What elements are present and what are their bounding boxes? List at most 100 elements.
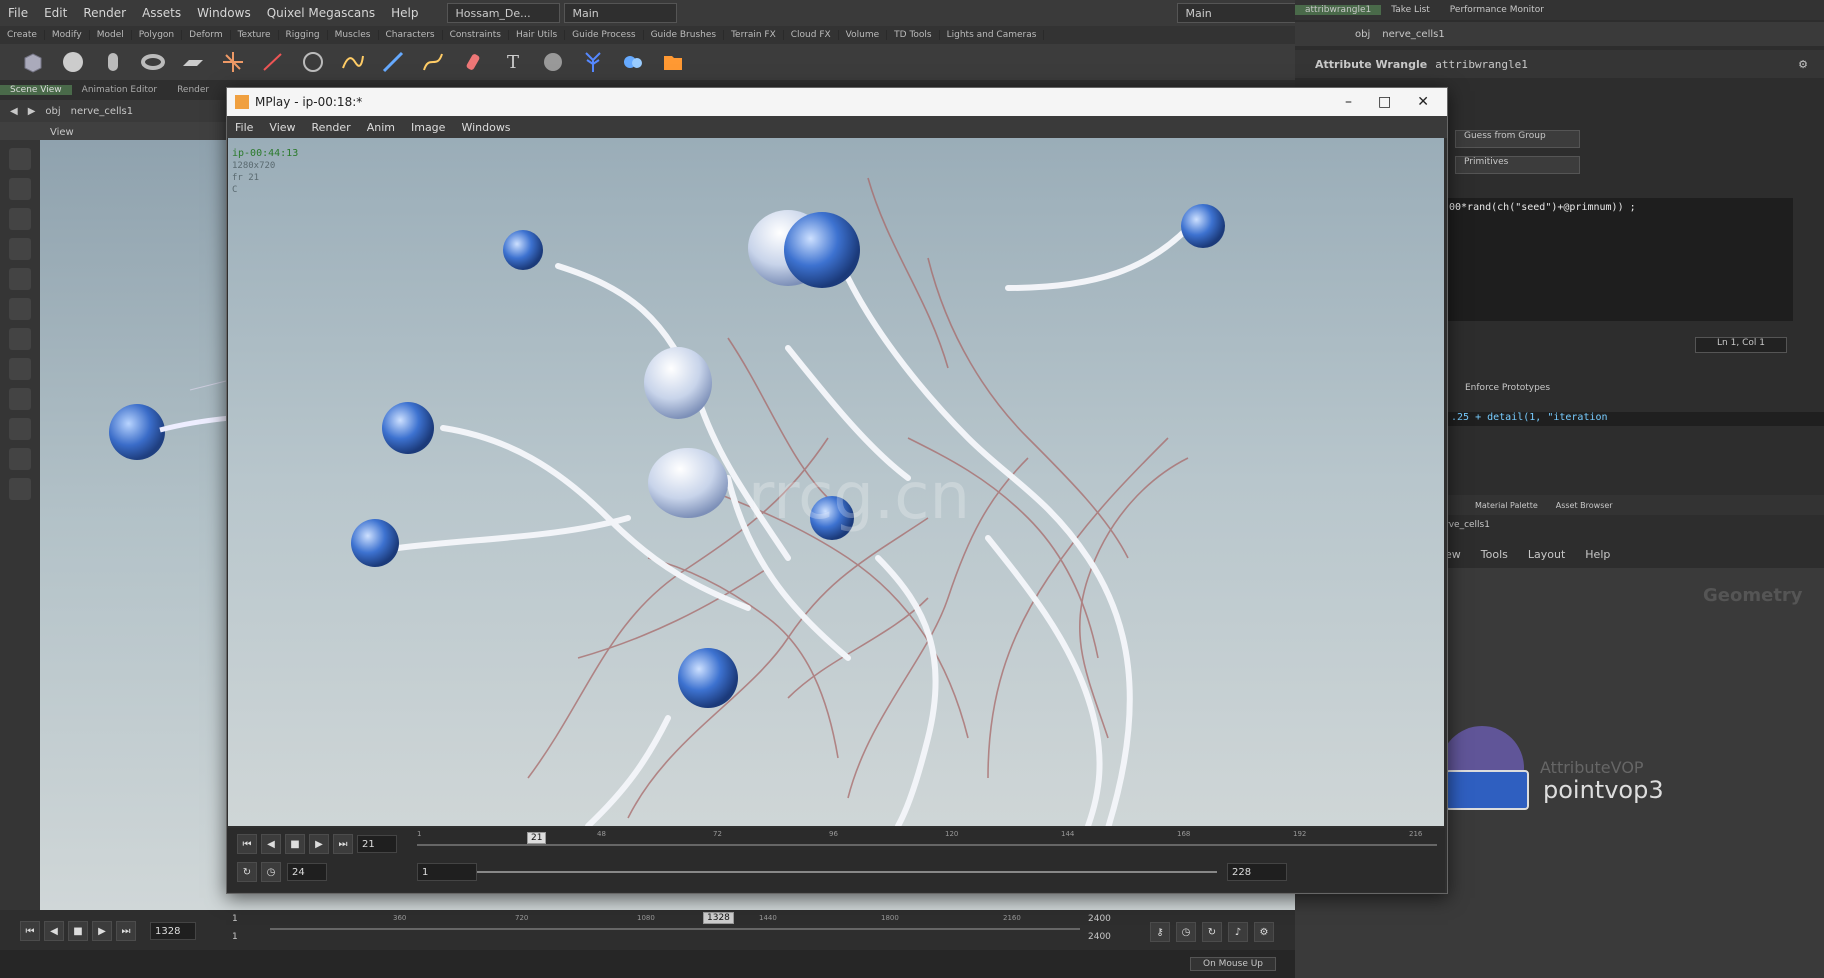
path-root[interactable]: obj	[45, 106, 60, 117]
jump-start-icon[interactable]: ⏮	[20, 921, 40, 941]
mplay-menu-file[interactable]: File	[227, 121, 261, 134]
play-icon[interactable]: ▶	[309, 834, 329, 854]
settings-icon[interactable]: ⚙	[1254, 922, 1274, 942]
view-tool-icon[interactable]	[9, 328, 31, 350]
shelf-tab[interactable]: Modify	[45, 30, 90, 40]
mplay-current-frame[interactable]: 21	[527, 832, 547, 844]
expression-field[interactable]: .25 + detail(1, "iteration	[1445, 412, 1824, 426]
circle-icon[interactable]	[300, 49, 326, 75]
tab-scene-view[interactable]: Scene View	[0, 85, 72, 95]
camera-icon[interactable]	[9, 448, 31, 470]
path-node[interactable]: nerve_cells1	[71, 106, 133, 117]
key-icon[interactable]: ⚷	[1150, 922, 1170, 942]
vex-code-editor[interactable]: 00*rand(ch("seed")+@primnum)) ;	[1445, 198, 1793, 321]
right-main-dropdown[interactable]: Main	[1176, 3, 1315, 23]
select-tool-icon[interactable]	[9, 148, 31, 170]
stop-icon[interactable]: ■	[285, 834, 305, 854]
mplay-frame-field[interactable]: 21	[357, 835, 397, 853]
mplay-range-slider[interactable]	[477, 871, 1217, 873]
scale-tool-icon[interactable]	[9, 238, 31, 260]
right-path-root[interactable]: obj	[1355, 29, 1370, 40]
loop-icon[interactable]: ↻	[237, 862, 257, 882]
shelf-tab[interactable]: Constraints	[443, 30, 509, 40]
shelf-tab[interactable]: Deform	[182, 30, 231, 40]
current-frame-marker[interactable]: 1328	[703, 912, 734, 924]
update-mode-dropdown[interactable]: On Mouse Up	[1190, 957, 1277, 971]
timeline-track[interactable]	[270, 928, 1080, 930]
tab-animation-editor[interactable]: Animation Editor	[72, 85, 167, 95]
tab-take-list[interactable]: Take List	[1381, 5, 1440, 15]
fps-field[interactable]: 24	[287, 863, 327, 881]
range-end-2[interactable]: 2400	[1088, 932, 1111, 942]
mplay-menu-view[interactable]: View	[261, 121, 303, 134]
network-menu-help[interactable]: Help	[1585, 548, 1610, 561]
metaball-icon[interactable]	[620, 49, 646, 75]
pose-tool-icon[interactable]	[9, 298, 31, 320]
mplay-range-start[interactable]: 1	[417, 863, 477, 881]
shelf-tab[interactable]: Hair Utils	[509, 30, 566, 40]
right-path-node[interactable]: nerve_cells1	[1382, 29, 1444, 40]
play-icon[interactable]: ▶	[92, 921, 112, 941]
shelf-tab[interactable]: Model	[90, 30, 132, 40]
move-tool-icon[interactable]	[9, 178, 31, 200]
gear-icon[interactable]: ⚙	[1798, 58, 1808, 71]
l-system-icon[interactable]	[580, 49, 606, 75]
menu-help[interactable]: Help	[383, 6, 426, 20]
file-icon[interactable]	[660, 49, 686, 75]
run-over-dropdown[interactable]: Primitives	[1455, 156, 1580, 174]
shelf-tab[interactable]: Texture	[231, 30, 279, 40]
shelf-tab[interactable]: Rigging	[279, 30, 328, 40]
menu-edit[interactable]: Edit	[36, 6, 75, 20]
realtime-icon[interactable]: ◷	[261, 862, 281, 882]
menu-windows[interactable]: Windows	[189, 6, 259, 20]
tube-icon[interactable]	[100, 49, 126, 75]
path-icon[interactable]	[420, 49, 446, 75]
mplay-render-view[interactable]: ip-00:44:13 1280x720 fr 21 C rrcg.cn	[228, 138, 1444, 826]
spray-paint-icon[interactable]	[460, 49, 486, 75]
grid-icon[interactable]	[180, 49, 206, 75]
audio-icon[interactable]: ♪	[1228, 922, 1248, 942]
range-end[interactable]: 2400	[1088, 914, 1111, 924]
render-region-icon[interactable]	[9, 358, 31, 380]
mplay-menu-anim[interactable]: Anim	[359, 121, 403, 134]
torus-icon[interactable]	[140, 49, 166, 75]
range-start-2[interactable]: 1	[232, 932, 238, 942]
tab-material-palette[interactable]: Material Palette	[1475, 501, 1538, 510]
light-icon[interactable]	[9, 478, 31, 500]
network-path[interactable]: rve_cells1	[1445, 520, 1490, 530]
play-reverse-icon[interactable]: ◀	[261, 834, 281, 854]
pointvop-node[interactable]	[1445, 770, 1529, 810]
null-icon[interactable]	[220, 49, 246, 75]
mplay-menu-windows[interactable]: Windows	[453, 121, 518, 134]
play-reverse-icon[interactable]: ◀	[44, 921, 64, 941]
shelf-tab[interactable]: Terrain FX	[724, 30, 784, 40]
network-menu-layout[interactable]: Layout	[1528, 548, 1565, 561]
forward-arrow-icon[interactable]: ▶	[28, 106, 36, 117]
menu-quixel[interactable]: Quixel Megascans	[259, 6, 383, 20]
tab-asset-browser[interactable]: Asset Browser	[1556, 501, 1613, 510]
loop-icon[interactable]: ↻	[1202, 922, 1222, 942]
mplay-menu-image[interactable]: Image	[403, 121, 453, 134]
shelf-tab[interactable]: TD Tools	[887, 30, 940, 40]
tab-render[interactable]: Render	[167, 85, 219, 95]
tab-attribwrangle[interactable]: attribwrangle1	[1295, 5, 1382, 15]
maximize-icon[interactable]: □	[1378, 94, 1391, 110]
mplay-titlebar[interactable]: MPlay - ip-00:18:* – □ ✕	[227, 88, 1447, 116]
box-icon[interactable]	[20, 49, 46, 75]
stop-icon[interactable]: ■	[68, 921, 88, 941]
shelf-tab[interactable]: Create	[0, 30, 45, 40]
jump-end-icon[interactable]: ⏭	[116, 921, 136, 941]
jump-end-icon[interactable]: ⏭	[333, 834, 353, 854]
shelf-tab[interactable]: Characters	[379, 30, 443, 40]
frame-field[interactable]: 1328	[150, 922, 196, 940]
magnet-icon[interactable]	[9, 418, 31, 440]
snap-icon[interactable]	[9, 388, 31, 410]
menu-assets[interactable]: Assets	[134, 6, 189, 20]
desktop-dropdown[interactable]: Hossam_De...	[446, 3, 560, 23]
font-icon[interactable]: T	[500, 49, 526, 75]
menu-render[interactable]: Render	[75, 6, 134, 20]
line-icon[interactable]	[260, 49, 286, 75]
jump-start-icon[interactable]: ⏮	[237, 834, 257, 854]
close-icon[interactable]: ✕	[1417, 94, 1429, 110]
mplay-menu-render[interactable]: Render	[304, 121, 359, 134]
